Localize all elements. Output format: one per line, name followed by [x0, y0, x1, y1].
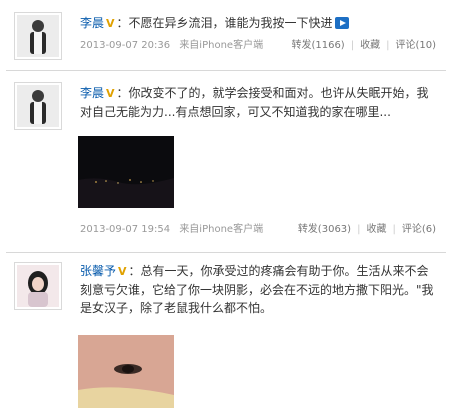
avatar-post-3[interactable]	[14, 262, 62, 310]
avatar-image	[17, 15, 59, 57]
avatar-image	[17, 85, 59, 127]
action-separator: |	[386, 40, 390, 51]
action-separator: |	[350, 40, 355, 51]
colon: ：	[116, 16, 129, 30]
action-separator: |	[357, 224, 361, 235]
timestamp[interactable]: 2013-09-07 20:36	[80, 40, 170, 51]
face-image	[78, 335, 174, 408]
man-portrait-icon	[17, 85, 59, 127]
post-body: 李晨 V ：不愿在异乡流泪，谁能为我按一下快进	[80, 14, 436, 33]
author-name[interactable]: 张馨予	[80, 264, 116, 278]
post-body: 李晨 V ：你改变不了的，就学会接受和面对。也许从失眠开始，我对自己无能为力...有…	[80, 84, 436, 121]
repost-button[interactable]: 转发(3063)	[298, 224, 351, 235]
man-portrait-icon	[17, 15, 59, 57]
post-divider	[6, 70, 446, 71]
comment-button[interactable]: 评论(10)	[395, 40, 436, 51]
video-play-icon[interactable]	[334, 17, 349, 29]
action-separator: |	[392, 224, 396, 235]
favorite-button[interactable]: 收藏	[360, 40, 380, 51]
post-content: 不愿在异乡流泪，谁能为我按一下快进	[128, 16, 333, 30]
avatar-image	[17, 265, 59, 307]
source[interactable]: 来自iPhone客户端	[179, 224, 263, 235]
night-city-photo[interactable]	[78, 136, 174, 208]
night-city-image	[78, 136, 174, 208]
comment-button[interactable]: 评论(6)	[402, 224, 436, 235]
post-content: 你改变不了的，就学会接受和面对。也许从失眠开始，我对自己无能为力...有点想回家…	[80, 86, 429, 119]
post-meta: 2013-09-07 20:36 来自iPhone客户端 转发(1166) | 收藏…	[80, 38, 436, 54]
post-actions: 转发(1166) | 收藏 | 评论(10)	[291, 38, 436, 54]
vip-badge-icon: V	[106, 87, 115, 100]
woman-portrait-icon	[17, 265, 59, 307]
post-divider	[6, 252, 446, 253]
post-actions: 转发(3063) | 收藏 | 评论(6)	[298, 222, 436, 238]
face-photo[interactable]	[78, 335, 174, 408]
author-name[interactable]: 李晨	[80, 16, 104, 30]
repost-button[interactable]: 转发(1166)	[291, 40, 344, 51]
source[interactable]: 来自iPhone客户端	[179, 40, 263, 51]
avatar-post-1[interactable]	[14, 12, 62, 60]
post-meta: 2013-09-07 19:54 来自iPhone客户端 转发(3063) | 收藏…	[80, 222, 436, 238]
colon: ：	[128, 264, 141, 278]
weibo-feed: 李晨 V ：不愿在异乡流泪，谁能为我按一下快进 2013-09-07 20:36 来…	[0, 0, 450, 408]
post-body: 张馨予 V ：总有一天，你承受过的疼痛会有助于你。生活从来不会刻意亏欠谁，它给了你一…	[80, 262, 436, 317]
colon: ：	[116, 86, 129, 100]
avatar-post-2[interactable]	[14, 82, 62, 130]
author-name[interactable]: 李晨	[80, 86, 104, 100]
vip-badge-icon: V	[118, 265, 127, 278]
vip-badge-icon: V	[106, 17, 115, 30]
timestamp[interactable]: 2013-09-07 19:54	[80, 224, 170, 235]
favorite-button[interactable]: 收藏	[366, 224, 386, 235]
